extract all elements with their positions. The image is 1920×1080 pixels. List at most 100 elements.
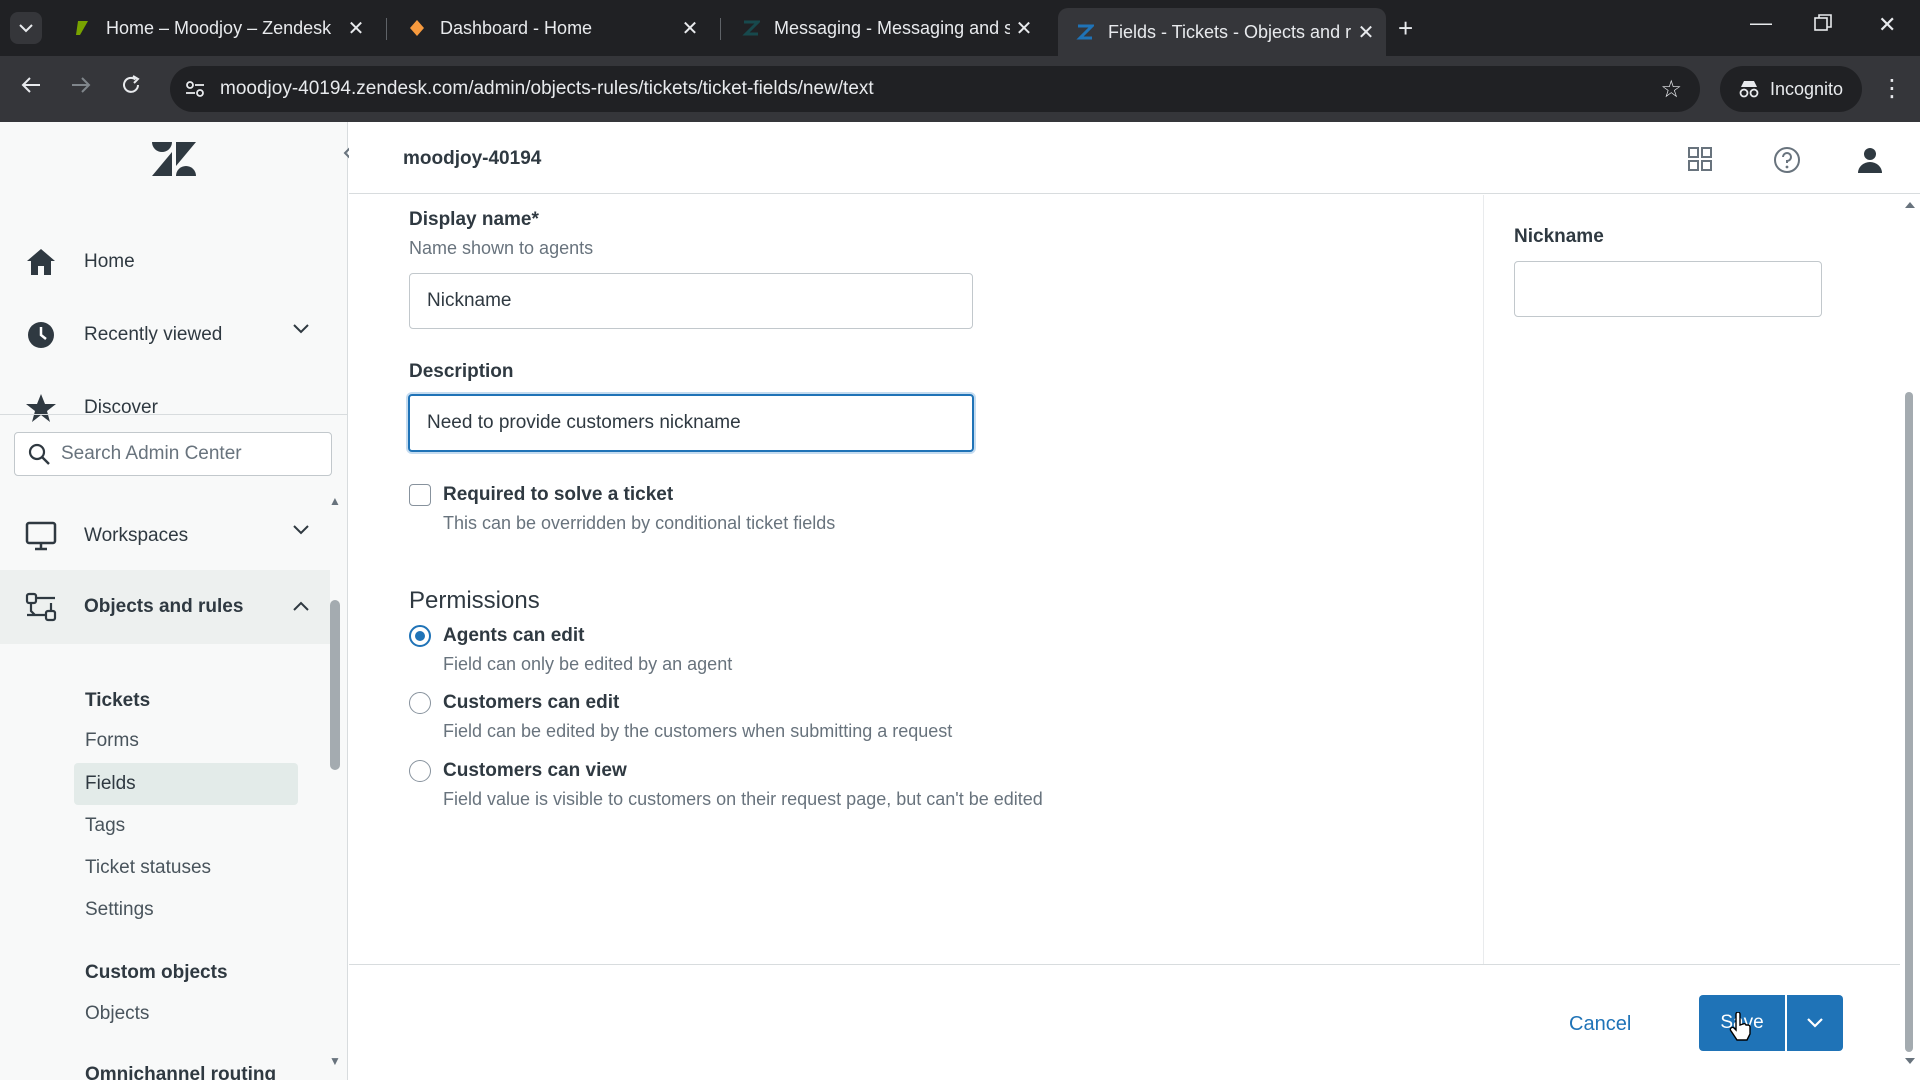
nav-label: Workspaces [84,525,189,546]
sidebar-item-fields[interactable]: Fields [74,763,298,805]
display-name-hint: Name shown to agents [409,238,594,258]
field-form: Display name* Name shown to agents Nickn… [349,195,1483,965]
customers-can-view-radio[interactable] [409,760,431,782]
sidebar-item-objects[interactable]: Objects [74,993,298,1035]
display-name-input[interactable]: Nickname [409,273,973,329]
description-value: Need to provide customers nickname [427,412,741,433]
restore-window-icon[interactable] [1814,12,1832,38]
home-icon [24,245,58,279]
chevron-down-icon [1807,1018,1823,1028]
save-options-dropdown[interactable] [1787,995,1843,1051]
sidebar-item-forms[interactable]: Forms [74,720,298,762]
chevron-up-icon [293,601,309,611]
zendesk-favicon-icon [742,20,760,36]
account-name: moodjoy-40194 [403,148,542,169]
required-checkbox[interactable] [409,484,431,506]
nav-discover[interactable]: Discover [0,378,330,438]
preview-input[interactable] [1514,261,1822,317]
field-preview-panel: Nickname [1483,195,1900,965]
zendesk-favicon-icon [76,21,88,35]
url-text: moodjoy-40194.zendesk.com/admin/objects-… [220,78,874,99]
browser-tab-messaging[interactable]: Messaging - Messaging and so ✕ [724,8,1044,48]
display-name-label: Display name* [409,209,539,230]
nav-label: Objects and rules [84,596,244,617]
chevron-down-icon [293,525,309,535]
tab-separator [720,18,721,40]
scroll-up-arrow-icon[interactable] [1904,201,1916,209]
chevron-down-icon [293,324,309,334]
nav-label: Discover [84,397,158,418]
scroll-down-arrow-icon[interactable]: ▼ [329,1054,341,1068]
reload-icon[interactable] [120,74,142,103]
customers-can-edit-label: Customers can edit [443,692,620,713]
customers-can-edit-radio[interactable] [409,692,431,714]
sidebar-item-tags[interactable]: Tags [74,805,298,847]
required-hint: This can be overridden by conditional ti… [443,513,836,533]
customers-can-edit-hint: Field can be edited by the customers whe… [443,721,953,741]
permissions-heading: Permissions [409,587,540,614]
address-bar[interactable]: moodjoy-40194.zendesk.com/admin/objects-… [170,66,1700,112]
monitor-icon [24,519,58,553]
search-admin-input[interactable]: Search Admin Center [14,432,332,476]
bookmark-star-icon[interactable]: ☆ [1660,75,1682,104]
sidebar-divider [0,414,347,415]
sidebar-scrollbar[interactable] [330,600,340,770]
nav-label: Recently viewed [84,324,223,345]
search-placeholder: Search Admin Center [61,443,242,464]
page-scrollbar-thumb[interactable] [1905,392,1913,1052]
customers-can-view-label: Customers can view [443,760,627,781]
description-input[interactable]: Need to provide customers nickname [408,394,974,452]
tab-title: Messaging - Messaging and so [774,17,1010,38]
zendesk-logo-icon[interactable] [150,142,198,183]
preview-label: Nickname [1514,226,1604,247]
close-tab-icon[interactable]: ✕ [342,16,370,41]
required-label: Required to solve a ticket [443,484,674,505]
cancel-button[interactable]: Cancel [1569,1013,1631,1036]
nav-objects-and-rules[interactable]: Objects and rules [0,570,330,644]
hand-pointer-cursor-icon [1728,1011,1752,1047]
sidebar-item-settings[interactable]: Settings [74,889,298,931]
browser-tab-strip: Home – Moodjoy – Zendesk ✕ Dashboard - H… [0,0,1920,56]
new-tab-plus-icon[interactable]: + [1398,14,1413,42]
form-footer: Cancel Save [349,964,1900,1080]
close-tab-icon[interactable]: ✕ [1352,20,1380,45]
display-name-value: Nickname [427,290,512,311]
custom-objects-heading: Custom objects [85,962,228,983]
user-profile-icon[interactable] [1857,146,1883,179]
close-window-icon[interactable]: ✕ [1878,12,1896,38]
omnichannel-routing-heading: Omnichannel routing [85,1064,277,1080]
nav-home[interactable]: Home [0,232,330,292]
tab-title: Fields - Tickets - Objects and ru [1108,21,1352,42]
incognito-badge[interactable]: Incognito [1720,66,1862,112]
site-settings-icon[interactable] [184,78,206,100]
browser-toolbar: moodjoy-40194.zendesk.com/admin/objects-… [0,56,1920,122]
search-icon [28,443,50,465]
incognito-label: Incognito [1770,78,1844,99]
tickets-heading: Tickets [85,690,151,711]
scroll-up-arrow-icon[interactable]: ▲ [329,494,341,508]
product-tray-grid-icon[interactable] [1687,146,1713,177]
objects-rules-icon [24,590,58,624]
nav-label: Home [84,251,135,272]
admin-sidebar: Home Recently viewed Discover Search Adm… [0,122,348,1080]
tab-title: Home – Moodjoy – Zendesk [106,17,332,38]
close-tab-icon[interactable]: ✕ [676,16,704,41]
minimize-icon[interactable]: — [1750,10,1772,36]
scroll-down-arrow-icon[interactable] [1904,1057,1916,1065]
nav-recently-viewed[interactable]: Recently viewed [0,305,330,365]
star-icon [24,391,58,425]
chevron-down-icon [19,24,33,33]
tab-separator [386,18,387,40]
nav-workspaces[interactable]: Workspaces [0,506,330,566]
browser-tab-fields[interactable]: Fields - Tickets - Objects and ru ✕ [1058,8,1386,56]
forward-arrow-icon[interactable] [70,74,92,103]
agents-can-edit-radio[interactable] [409,625,431,647]
back-arrow-icon[interactable] [20,74,42,103]
browser-menu-icon[interactable]: ⋮ [1880,74,1904,103]
tab-search-button[interactable] [10,12,42,44]
browser-tab-dashboard[interactable]: Dashboard - Home ✕ [390,8,710,48]
close-tab-icon[interactable]: ✕ [1010,16,1038,41]
sidebar-item-ticket-statuses[interactable]: Ticket statuses [74,847,298,889]
browser-tab-zendesk-home[interactable]: Home – Moodjoy – Zendesk ✕ [56,8,376,48]
help-question-icon[interactable] [1773,146,1801,179]
